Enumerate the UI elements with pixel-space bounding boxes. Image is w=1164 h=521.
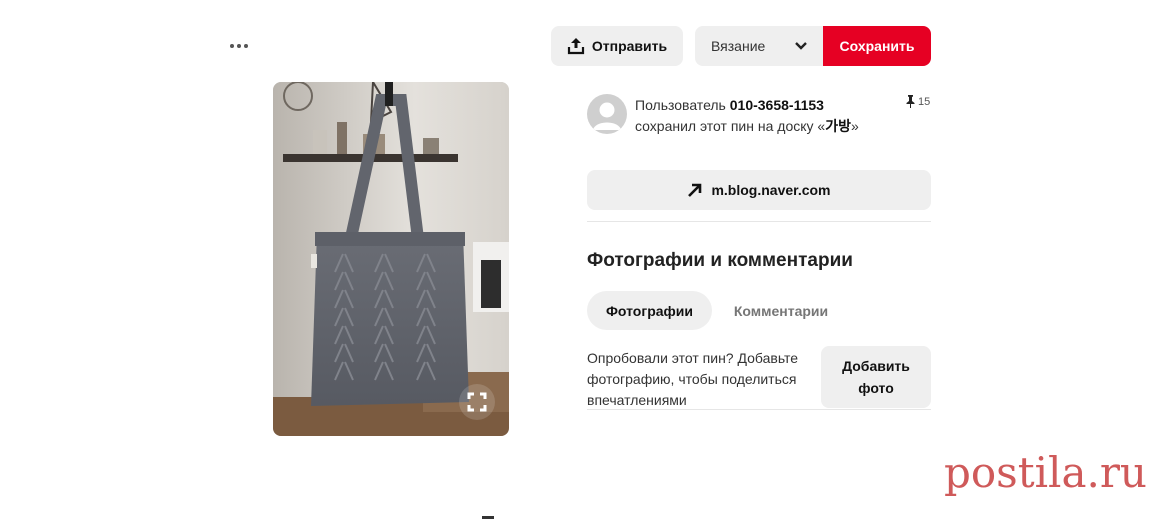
tab-photos[interactable]: Фотографии (587, 291, 712, 330)
source-link-button[interactable]: m.blog.naver.com (587, 170, 931, 210)
tried-prompt: Опробовали этот пин? Добавьте фотографию… (587, 350, 799, 408)
saver-action: сохранил этот пин на доску « (635, 118, 826, 134)
more-options-button[interactable] (224, 32, 254, 60)
chevron-down-icon (795, 42, 807, 50)
bottom-indicator (482, 516, 494, 519)
section-title: Фотографии и комментарии (587, 250, 853, 271)
saver-board-link[interactable]: 가방 (825, 118, 851, 134)
saves-number: 15 (918, 95, 931, 108)
pin-image[interactable] (273, 82, 509, 436)
source-link-label: m.blog.naver.com (711, 182, 831, 198)
share-button[interactable]: Отправить (551, 26, 683, 66)
divider (587, 409, 931, 410)
board-select[interactable]: Вязание (695, 26, 823, 66)
board-selected-label: Вязание (711, 38, 766, 54)
knitted-bag-illustration (273, 82, 509, 436)
save-button[interactable]: Сохранить (823, 26, 931, 66)
upload-icon (567, 38, 584, 55)
ellipsis-icon (230, 44, 234, 48)
divider (587, 221, 931, 222)
expand-button[interactable] (459, 384, 495, 420)
user-icon (593, 102, 621, 130)
add-photo-button[interactable]: Добавить фото (821, 346, 931, 408)
saves-count: 15 (905, 95, 930, 108)
pin-icon (906, 95, 915, 108)
expand-icon (467, 392, 487, 412)
share-label: Отправить (591, 38, 668, 54)
arrow-up-right-icon (688, 183, 702, 197)
saver-name[interactable]: 010-3658-1153 (730, 97, 824, 113)
save-label: Сохранить (839, 38, 915, 54)
tab-comments[interactable]: Комментарии (716, 291, 846, 330)
watermark-text: postila.ru (944, 448, 1147, 497)
saver-text: Пользователь 010-3658-1153 сохранил этот… (635, 95, 870, 137)
saver-prefix: Пользователь (635, 97, 726, 113)
saver-suffix: » (850, 118, 859, 134)
avatar[interactable] (587, 94, 627, 134)
